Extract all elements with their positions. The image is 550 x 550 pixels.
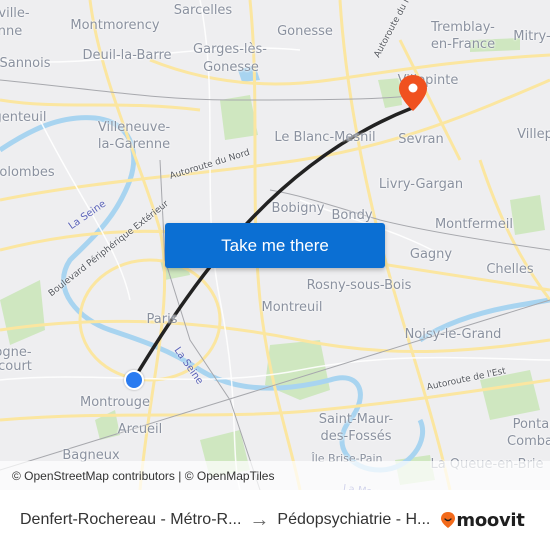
- place-label: Paris: [146, 312, 178, 327]
- place-label: Sevran: [398, 132, 444, 147]
- place-label: Villeneuve-: [97, 120, 171, 135]
- place-label: nne: [0, 24, 23, 39]
- place-label: en-France: [430, 37, 496, 52]
- place-label: Gonesse: [277, 24, 333, 39]
- origin-marker[interactable]: [124, 370, 144, 390]
- place-label: la-Garenne: [97, 137, 171, 152]
- arrow-right-icon: →: [249, 509, 270, 531]
- place-label: Montfermeil: [434, 217, 514, 232]
- place-label: Bobigny: [271, 201, 325, 216]
- place-label: Arcueil: [117, 422, 163, 437]
- place-label: Tremblay-: [431, 20, 495, 35]
- place-label: ville-: [0, 6, 30, 21]
- place-label: Chelles: [486, 262, 534, 277]
- place-label: genteuil: [0, 110, 47, 125]
- place-label: Livry-Gargan: [378, 177, 464, 192]
- moovit-wordmark: moovit: [456, 509, 525, 531]
- place-label: Villep: [517, 127, 550, 142]
- attribution-text[interactable]: © OpenStreetMap contributors | © OpenMap…: [12, 469, 274, 483]
- place-label: Gagny: [409, 247, 453, 262]
- place-label: des-Fossés: [320, 429, 392, 444]
- place-label: Montmorency: [70, 18, 160, 33]
- moovit-pin-icon: [441, 512, 456, 528]
- route-footer: Denfert-Rochereau - Métro-R... → Pédopsy…: [0, 490, 550, 550]
- place-label: Saint-Maur-: [318, 412, 394, 427]
- place-label: Sarcelles: [173, 3, 233, 18]
- place-label: Montrouge: [79, 395, 151, 410]
- place-label: Noisy-le-Grand: [404, 327, 502, 342]
- place-label: olombes: [0, 165, 55, 180]
- place-label: Bondy: [331, 208, 373, 223]
- place-label: Le Blanc-Mesnil: [274, 130, 376, 145]
- place-label: Sannois: [0, 56, 51, 71]
- place-label: Garges-lès-: [193, 42, 267, 57]
- place-label: Comba: [507, 434, 550, 449]
- destination-stop-name: Pédopsychiatrie - H...: [277, 511, 431, 528]
- map-attribution[interactable]: © OpenStreetMap contributors | © OpenMap…: [0, 461, 550, 490]
- destination-pin-icon[interactable]: [398, 74, 428, 117]
- place-label: Pontau: [512, 417, 550, 432]
- place-label: Mitry-: [513, 29, 550, 44]
- origin-stop-name: Denfert-Rochereau - Métro-R...: [20, 511, 242, 528]
- place-label: ogne-: [0, 345, 32, 360]
- place-label: Gonesse: [203, 60, 259, 75]
- moovit-logo[interactable]: moovit: [440, 509, 525, 531]
- take-me-there-button[interactable]: Take me there: [165, 223, 385, 268]
- map[interactable]: Sarcelles Montmorency Deuil-la-Barre Garges…: [0, 0, 550, 490]
- place-label: Deuil-la-Barre: [82, 48, 172, 63]
- place-label: court: [0, 359, 32, 374]
- place-label: Rosny-sous-Bois: [306, 278, 412, 293]
- place-label: Montreuil: [261, 300, 323, 315]
